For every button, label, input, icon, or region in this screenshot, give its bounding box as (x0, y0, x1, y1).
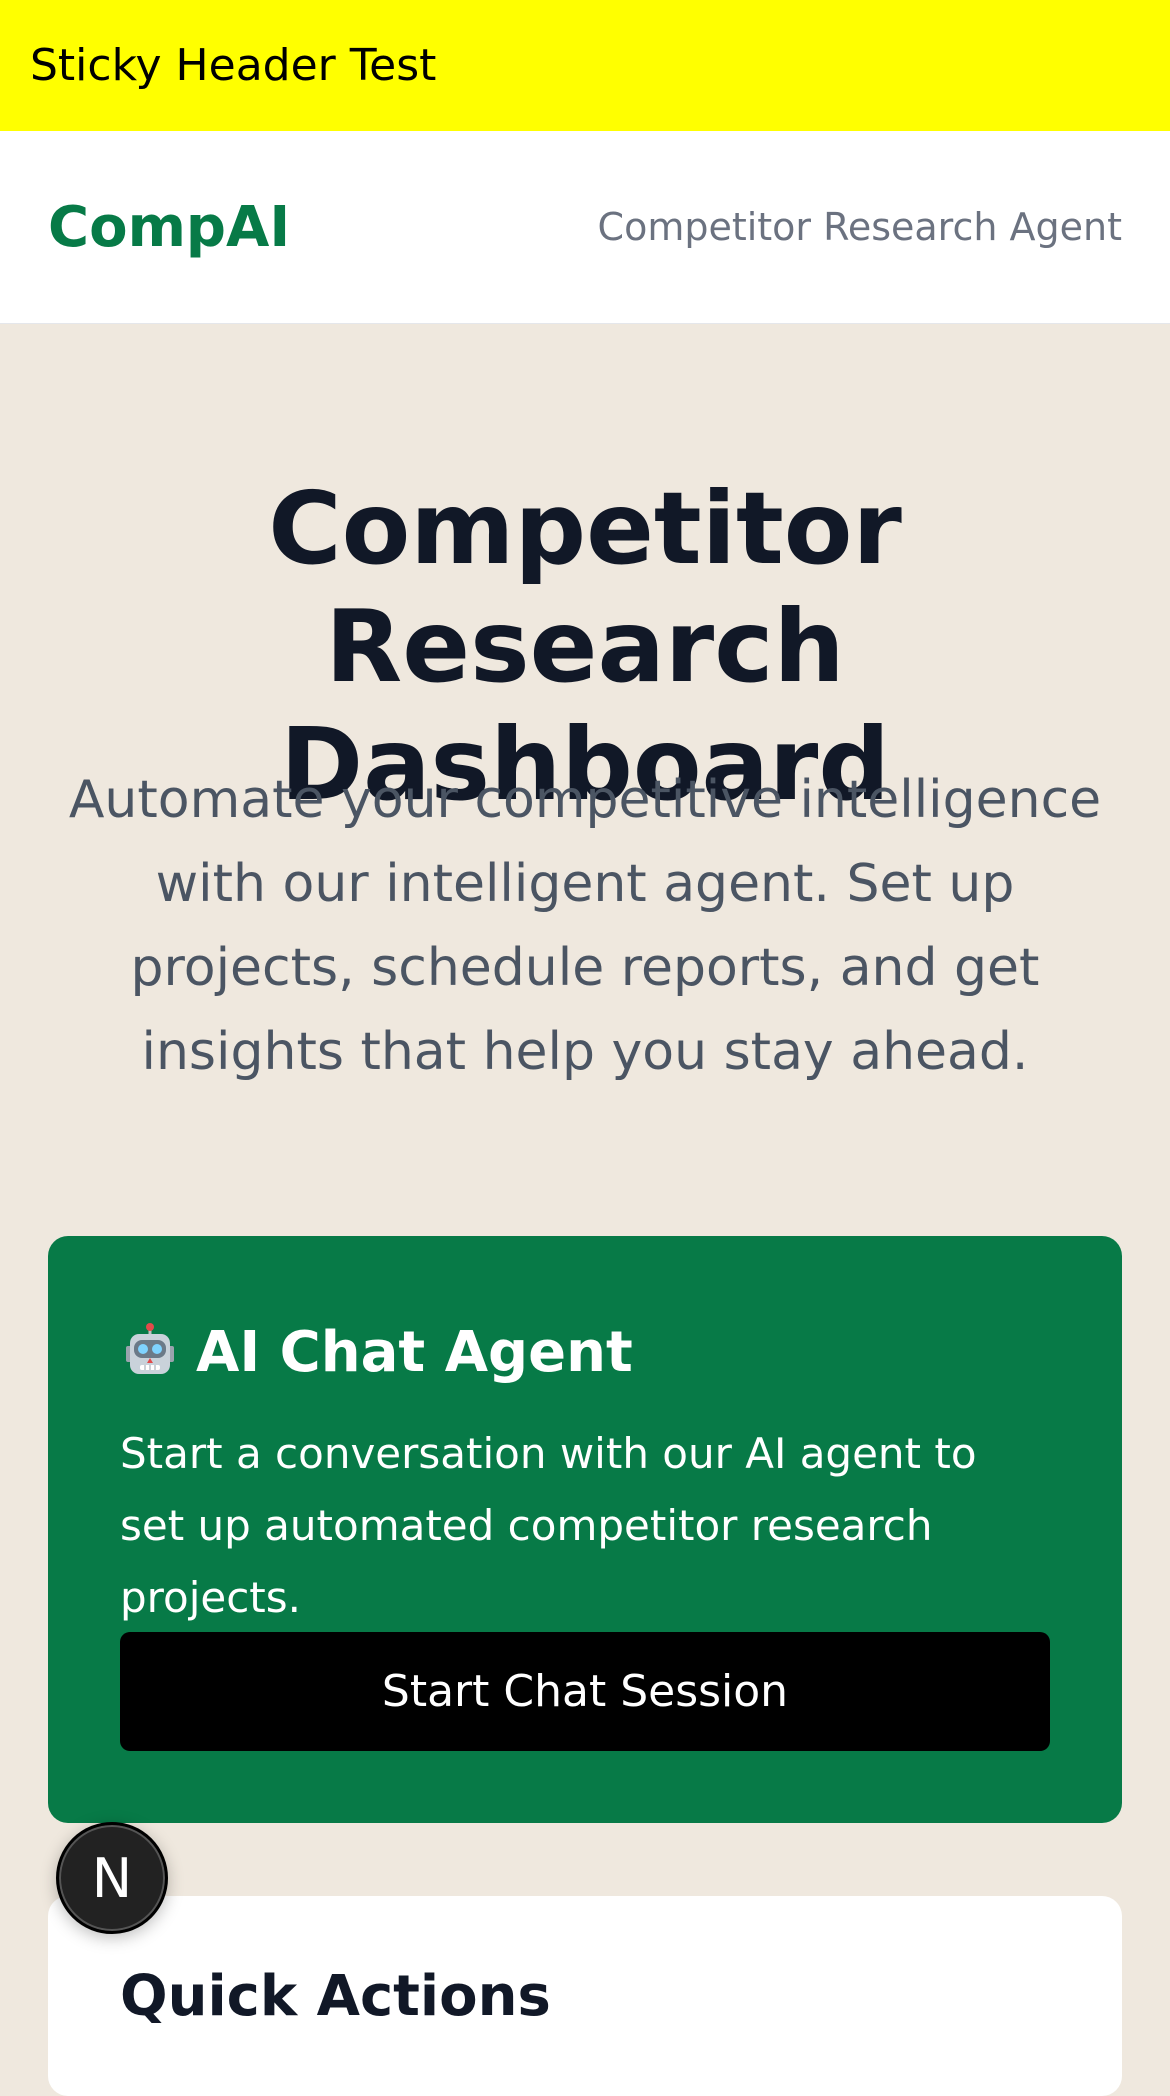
sticky-header-text: Sticky Header Test (30, 40, 437, 91)
ai-chat-card-title: AI Chat Agent (196, 1319, 633, 1385)
quick-actions-title: Quick Actions (120, 1964, 551, 2029)
nav-subtitle: Competitor Research Agent (597, 205, 1122, 249)
start-chat-session-button[interactable]: Start Chat Session (120, 1632, 1050, 1751)
brand-logo[interactable]: CompAI (48, 195, 290, 260)
hero-description: Automate your competitive intelligence w… (68, 770, 1102, 1082)
ai-chat-card-description: Start a conversation with our AI agent t… (120, 1429, 977, 1622)
quick-actions-card: Quick Actions (48, 1896, 1122, 2096)
robot-icon (126, 1323, 174, 1374)
sticky-header: Sticky Header Test (0, 0, 1170, 131)
top-nav: CompAI Competitor Research Agent (0, 131, 1170, 324)
ai-chat-card: AI Chat Agent Start a conversation with … (48, 1236, 1122, 1823)
fab-letter: N (91, 1846, 133, 1910)
nextjs-logo-icon[interactable]: N (56, 1822, 168, 1934)
ai-chat-card-header: AI Chat Agent (120, 1316, 1050, 1388)
